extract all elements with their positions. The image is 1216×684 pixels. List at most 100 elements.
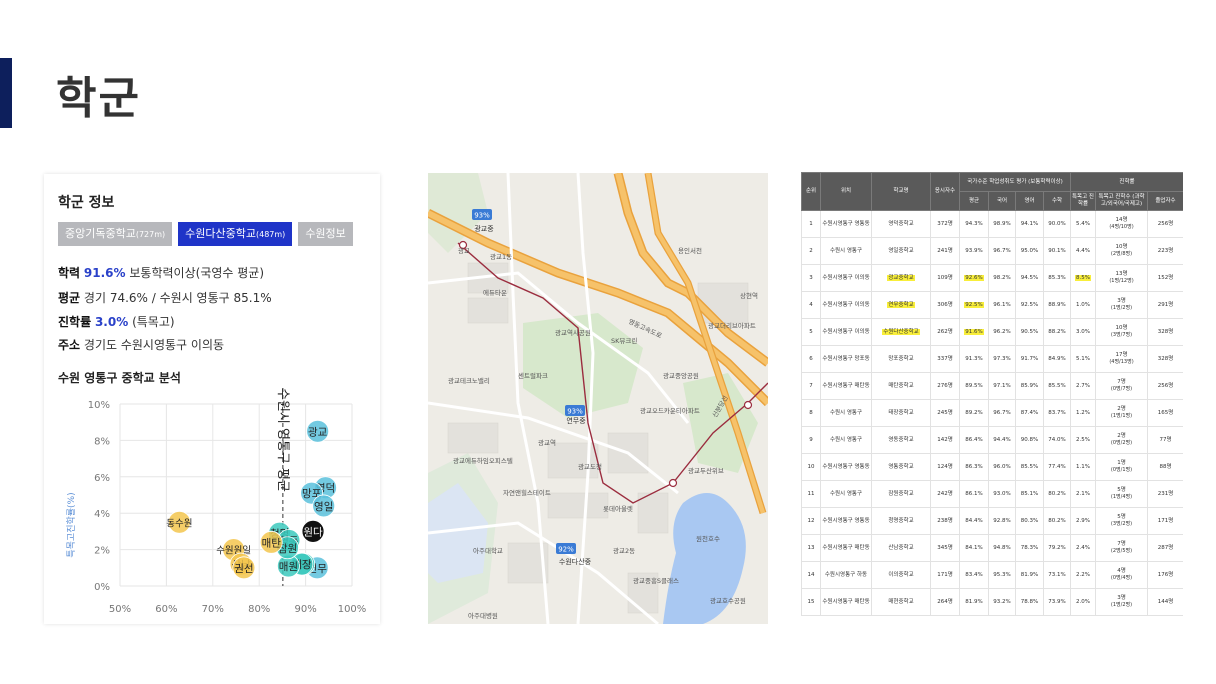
marker-label: 광교중	[474, 225, 494, 233]
cell-text: 13	[807, 544, 815, 551]
cell-text: 74.0%	[1048, 436, 1066, 443]
map-panel[interactable]: 93% 광교중 93% 연무중 92% 수원다산중 광교1동 광교 에듀타운 광…	[428, 173, 768, 624]
cell-text: 92.6%	[964, 274, 984, 281]
cell-text: 태장중학교	[888, 409, 914, 416]
cell-loc: 수원시 영통구	[820, 237, 872, 265]
tab-jungang-christian[interactable]: 중앙기독중학교(727m)	[58, 222, 173, 246]
cell-text: 90.0%	[1048, 220, 1066, 227]
cell-loc: 수원시영통구 망포동	[820, 345, 872, 373]
tab-suwon-dasan[interactable]: 수원다산중학교(487m)	[178, 222, 293, 246]
cell-math: 90.0%	[1043, 210, 1071, 238]
cell-loc: 수원시영통구 영통동	[820, 507, 872, 535]
cell-text: 6	[809, 355, 813, 362]
cell-cnt: 7명 (2명/5명)	[1095, 534, 1148, 562]
cell-text: 73.9%	[1048, 598, 1066, 605]
cell-text: 90.1%	[1048, 247, 1066, 254]
table-row: 2 수원시 영통구 영일중학교 241명 93.9% 96.7% 95.0% 90.1% 4.4…	[801, 237, 1183, 265]
cell-n: 241명	[930, 237, 960, 265]
cell-text: 수원시 영통구	[829, 247, 863, 254]
cell-text: 4.4%	[1076, 247, 1090, 254]
cell-rank: 10	[801, 453, 821, 481]
cell-text: 80.2%	[1048, 517, 1066, 524]
x-tick-label: 80%	[248, 604, 270, 615]
cell-rate: 2.4%	[1070, 534, 1096, 562]
cell-text: 영덕중학교	[888, 220, 914, 227]
cell-grad: 176명	[1147, 561, 1183, 589]
cell-text: 87.4%	[1020, 409, 1039, 416]
cell-text: 수원시 영통구	[829, 436, 863, 443]
cell-text: 1.2%	[1076, 409, 1090, 416]
cell-text: 94.1%	[1020, 220, 1039, 227]
cell-school: 영덕중학교	[871, 210, 931, 238]
marker-badge-text: 93%	[567, 408, 583, 416]
x-tick-label: 90%	[294, 604, 316, 615]
cell-avg: 84.1%	[959, 534, 989, 562]
cell-school: 청명중학교	[871, 507, 931, 535]
cell-rank: 8	[801, 399, 821, 427]
cell-n: 372명	[930, 210, 960, 238]
map-canvas[interactable]: 93% 광교중 93% 연무중 92% 수원다산중 광교1동 광교 에듀타운 광…	[428, 173, 768, 624]
cell-rate: 2.2%	[1070, 561, 1096, 589]
cell-grad: 152명	[1147, 264, 1183, 292]
cell-school: 수원다산중학교	[871, 318, 931, 346]
group-eval: 국가수준 학업성취도 평가 (보통학력이상)	[959, 172, 1071, 192]
table-row: 1 수원시영통구 영통동 영덕중학교 372명 94.3% 98.9% 94.1% 90.0%…	[801, 210, 1183, 238]
x-tick-label: 70%	[202, 604, 224, 615]
cell-rank: 6	[801, 345, 821, 373]
advance-count-detail: (3명/2명)	[1110, 521, 1133, 528]
cell-math: 88.9%	[1043, 291, 1071, 319]
cell-cnt: 13명 (1명/12명)	[1095, 264, 1148, 292]
cell-math: 77.4%	[1043, 453, 1071, 481]
cell-cnt: 5명 (1명/4명)	[1095, 480, 1148, 508]
cell-eng: 85.5%	[1015, 453, 1044, 481]
cell-n: 262명	[930, 318, 960, 346]
cell-school: 연무중학교	[871, 291, 931, 319]
cell-kor: 96.0%	[988, 453, 1016, 481]
y-tick-label: 8%	[94, 436, 110, 447]
cell-text: 90.5%	[1020, 328, 1039, 335]
y-tick-label: 6%	[94, 473, 110, 484]
cell-text: 171명	[937, 571, 953, 578]
cell-eng: 78.3%	[1015, 534, 1044, 562]
cell-rate: 1.0%	[1070, 291, 1096, 319]
cell-school: 영통중학교	[871, 453, 931, 481]
cell-text: 88.9%	[1048, 301, 1066, 308]
cell-avg: 83.4%	[959, 561, 989, 589]
cell-cnt: 4명 (0명/4명)	[1095, 561, 1148, 589]
cell-text: 수원시영통구 매탄동	[822, 598, 870, 605]
cell-grad: 328명	[1147, 345, 1183, 373]
table-row: 10 수원시영통구 영통동 영통중학교 124명 86.3% 96.0% 85.5% 77.4…	[801, 453, 1183, 481]
cell-text: 2.7%	[1076, 382, 1090, 389]
cell-text: 96.2%	[993, 328, 1011, 335]
cell-kor: 97.1%	[988, 372, 1016, 400]
city-block	[447, 422, 499, 454]
cell-kor: 98.2%	[988, 264, 1016, 292]
cell-text: 83.4%	[965, 571, 983, 578]
tab-suwon-info[interactable]: 수원정보	[298, 222, 353, 246]
school-marker-yeonmu[interactable]: 93% 연무중	[565, 405, 586, 425]
cell-school: 잠원중학교	[871, 480, 931, 508]
cell-cnt: 7명 (0명/7명)	[1095, 372, 1148, 400]
place-label: 광교도청	[578, 463, 602, 471]
station	[668, 478, 678, 488]
col-avg: 평균	[959, 191, 989, 211]
cell-math: 80.2%	[1043, 507, 1071, 535]
y-tick-label: 4%	[94, 509, 110, 520]
cell-text: 수원시영통구 이의동	[822, 301, 870, 308]
place-label: 광교테크노밸리	[448, 376, 490, 385]
cell-text: 수원시영통구 이의동	[822, 274, 870, 281]
place-label: 센트럴파크	[518, 371, 548, 380]
cell-rank: 5	[801, 318, 821, 346]
cell-text: 3	[809, 274, 813, 281]
place-label: 광교더리브아파트	[708, 321, 756, 330]
cell-avg: 86.3%	[959, 453, 989, 481]
cell-rank: 3	[801, 264, 821, 292]
cell-text: 328명	[1157, 355, 1174, 362]
city-block	[467, 297, 509, 324]
place-label: 광교1동	[490, 253, 512, 261]
col-graduates: 졸업자수	[1147, 191, 1183, 211]
cell-text: 91.6%	[964, 328, 984, 335]
cell-text: 12	[807, 517, 815, 524]
cell-rate: 3.0%	[1070, 318, 1096, 346]
cell-rate: 2.1%	[1070, 480, 1096, 508]
